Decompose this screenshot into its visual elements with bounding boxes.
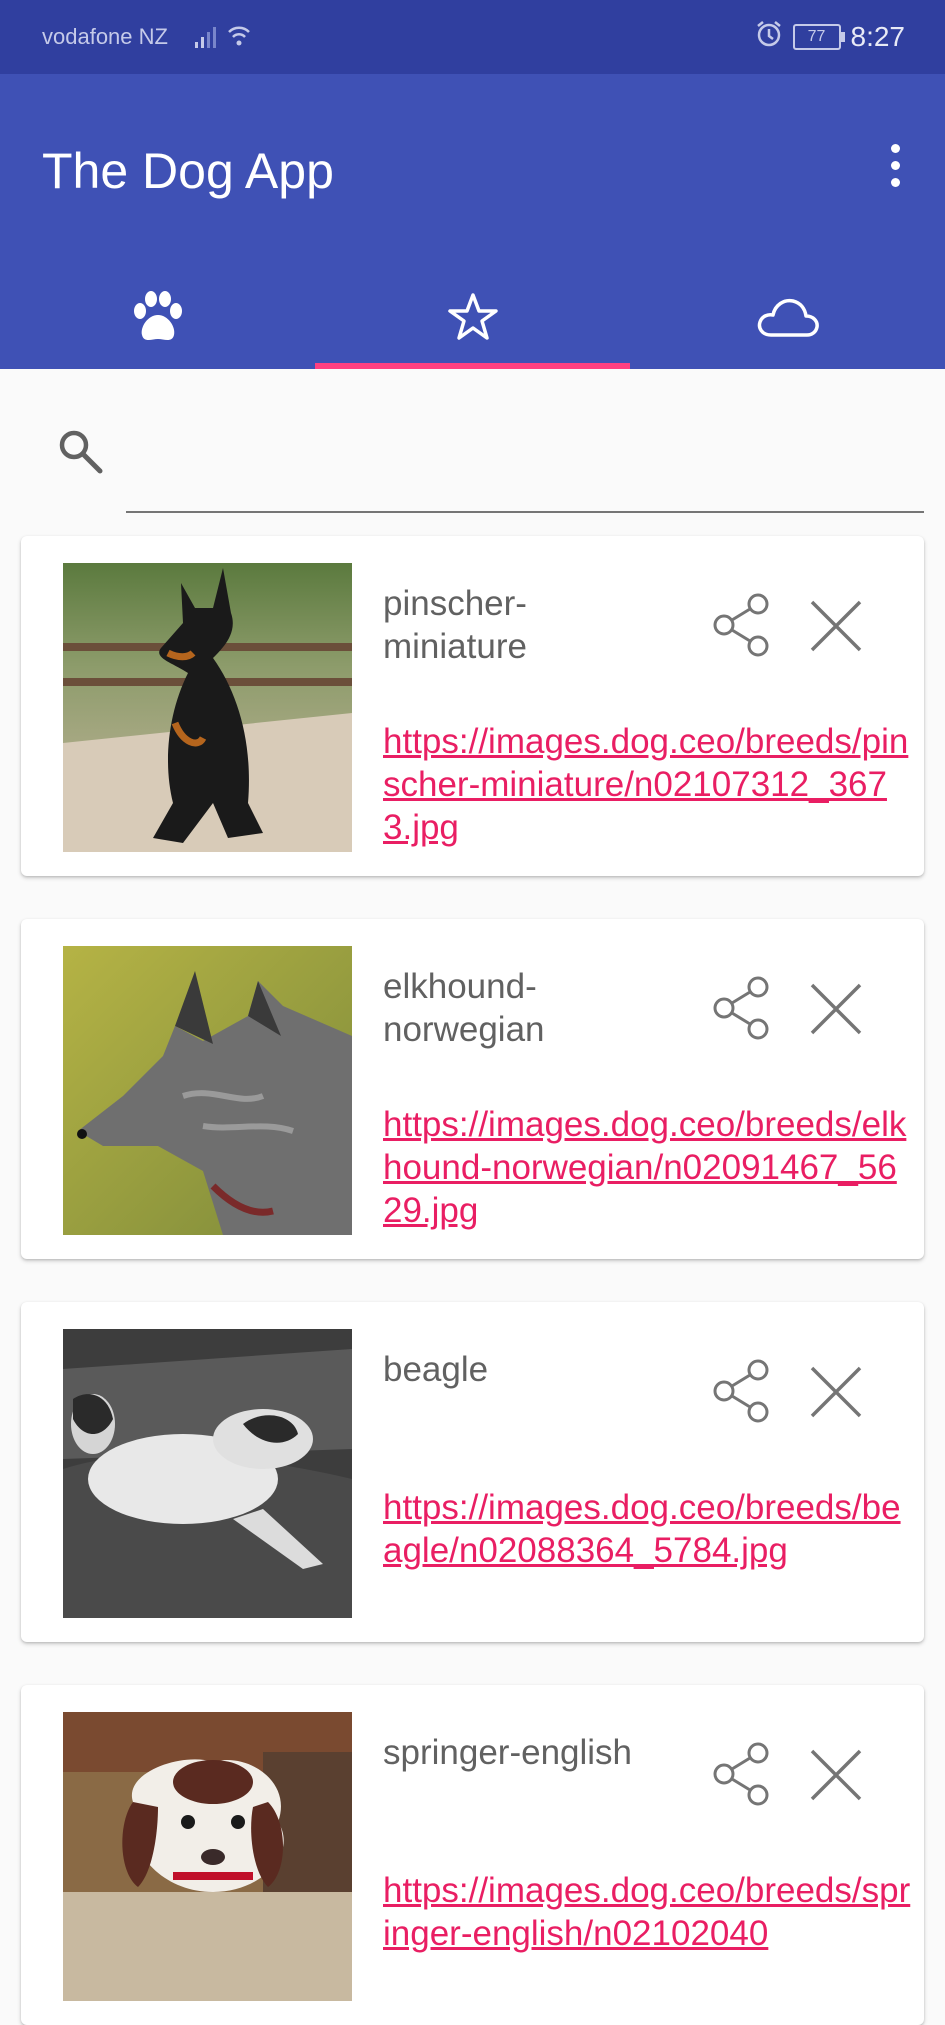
breed-name: elkhound- norwegian	[383, 967, 545, 1049]
image-url-link[interactable]: https://images.dog.ceo/breeds/beagle/n02…	[383, 1486, 913, 1572]
battery-level: 77	[807, 28, 826, 45]
search-icon[interactable]	[56, 427, 104, 480]
tab-breeds[interactable]	[0, 269, 315, 369]
share-icon[interactable]	[710, 1358, 776, 1429]
carrier-name: vodafone NZ	[42, 24, 168, 49]
close-icon[interactable]	[808, 598, 864, 659]
tab-favorites[interactable]	[315, 269, 630, 369]
share-icon[interactable]	[710, 1741, 776, 1812]
dog-photo[interactable]	[63, 946, 352, 1235]
image-url-link[interactable]: https://images.dog.ceo/breeds/springer-e…	[383, 1869, 913, 1955]
signal-icon	[193, 22, 253, 58]
close-icon[interactable]	[808, 981, 864, 1042]
clock: 8:27	[850, 21, 906, 52]
search-bar	[0, 369, 945, 519]
search-input[interactable]	[126, 449, 920, 501]
image-url-link[interactable]: https://images.dog.ceo/breeds/pinscher-m…	[383, 720, 913, 849]
status-bar: vodafone NZ 77 8:27	[0, 0, 945, 74]
tab-bar	[0, 269, 945, 369]
cloud-icon	[755, 295, 821, 344]
share-icon[interactable]	[710, 975, 776, 1046]
app-bar: The Dog App	[0, 74, 945, 369]
breed-name: pinscher- miniature	[383, 584, 527, 666]
more-options-icon[interactable]	[885, 144, 905, 192]
star-icon	[447, 292, 499, 347]
app-title: The Dog App	[42, 143, 334, 199]
share-icon[interactable]	[710, 592, 776, 663]
close-icon[interactable]	[808, 1364, 864, 1425]
alarm-icon	[755, 20, 783, 54]
favorite-card: elkhound- norwegian https://images.dog.c…	[21, 919, 924, 1259]
favorite-card: pinscher- miniature https://images.dog.c…	[21, 536, 924, 876]
dog-photo[interactable]	[63, 1712, 352, 2001]
dog-photo[interactable]	[63, 563, 352, 852]
tab-cloud[interactable]	[630, 269, 945, 369]
breed-name: beagle	[383, 1350, 489, 1389]
favorite-card: beagle https://images.dog.ceo/breeds/bea…	[21, 1302, 924, 1642]
breed-name: springer-english	[383, 1733, 633, 1772]
dog-photo[interactable]	[63, 1329, 352, 1618]
search-underline	[126, 511, 924, 513]
close-icon[interactable]	[808, 1747, 864, 1808]
favorite-card: springer-english https://images.dog.ceo/…	[21, 1685, 924, 2025]
image-url-link[interactable]: https://images.dog.ceo/breeds/elkhound-n…	[383, 1103, 913, 1232]
paw-icon	[130, 290, 186, 348]
battery-icon: 77	[792, 24, 845, 50]
